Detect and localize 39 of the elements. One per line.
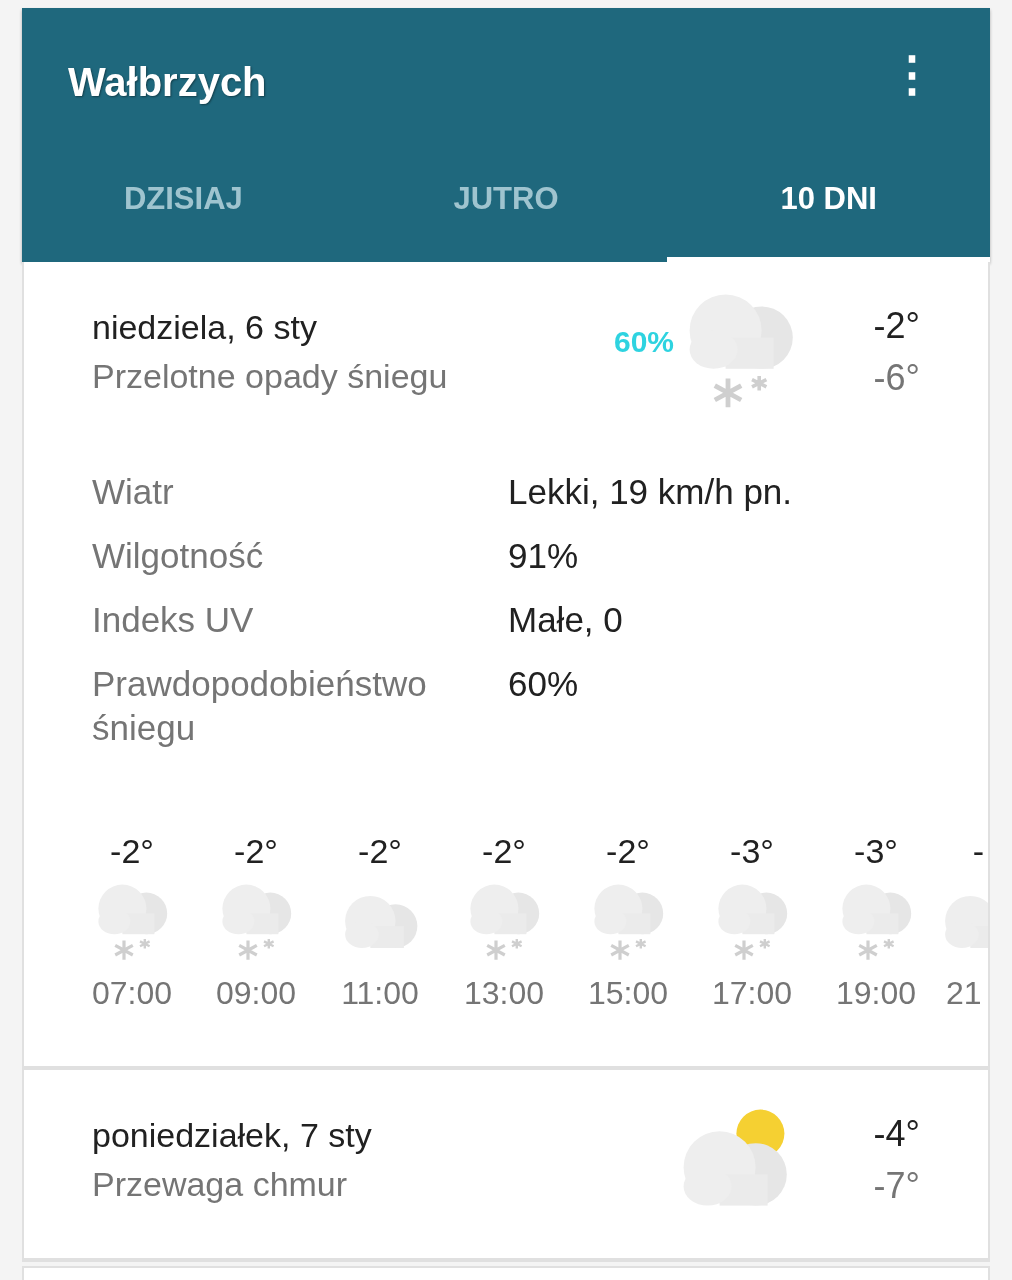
detail-label: Indeks UV xyxy=(92,599,255,641)
day-summary: Przewaga chmur xyxy=(92,1165,349,1204)
hour-time: 07:00 xyxy=(91,975,173,1012)
tab[interactable]: JUTRO xyxy=(344,158,668,262)
high-temperature: -2° xyxy=(873,305,920,347)
detail-label: Wiatr xyxy=(92,471,175,513)
hour-temperature: - xyxy=(972,832,984,871)
detail-value: Lekki, 19 km/h pn. xyxy=(508,471,794,513)
hour-temperature: -2° xyxy=(482,832,526,871)
hour-time: 09:00 xyxy=(215,975,297,1012)
low-temperature: -7° xyxy=(873,1165,920,1207)
city-title: Wałbrzych xyxy=(68,59,267,105)
hour-temperature: -3° xyxy=(854,832,898,871)
hour-time: 21 xyxy=(946,975,982,1012)
detail-value: Małe, 0 xyxy=(508,599,624,641)
tab[interactable]: DZISIAJ xyxy=(22,158,345,262)
hour-temperature: -2° xyxy=(234,832,278,871)
day-summary: Przelotne opady śniegu xyxy=(92,357,449,396)
hour-temperature: -3° xyxy=(730,832,774,871)
hour-temperature: -2° xyxy=(358,832,402,871)
hour-temperature: -2° xyxy=(110,832,154,871)
detail-label: Wilgotność xyxy=(92,535,265,577)
high-temperature: -4° xyxy=(873,1113,920,1155)
hour-time: 19:00 xyxy=(835,975,917,1012)
hour-time: 11:00 xyxy=(341,975,419,1012)
detail-label: Prawdopodobieństwo śniegu xyxy=(92,663,428,749)
hour-time: 15:00 xyxy=(587,975,669,1012)
day-date: poniedziałek, 7 sty xyxy=(92,1116,373,1155)
detail-value: 60% xyxy=(508,663,580,705)
hour-time: 13:00 xyxy=(463,975,545,1012)
detail-value: 91% xyxy=(508,535,580,577)
hour-time: 17:00 xyxy=(711,975,793,1012)
low-temperature: -6° xyxy=(873,357,920,399)
menu-button[interactable]: ⋮ xyxy=(882,51,942,99)
hour-temperature: -2° xyxy=(606,832,650,871)
day-date: niedziela, 6 sty xyxy=(92,308,318,347)
precipitation-chance: 60% xyxy=(613,325,674,359)
day-card[interactable]: poniedziałek, 7 sty Przewaga chmur -4° -7° xyxy=(22,1070,990,1262)
day-card[interactable] xyxy=(22,262,990,1070)
